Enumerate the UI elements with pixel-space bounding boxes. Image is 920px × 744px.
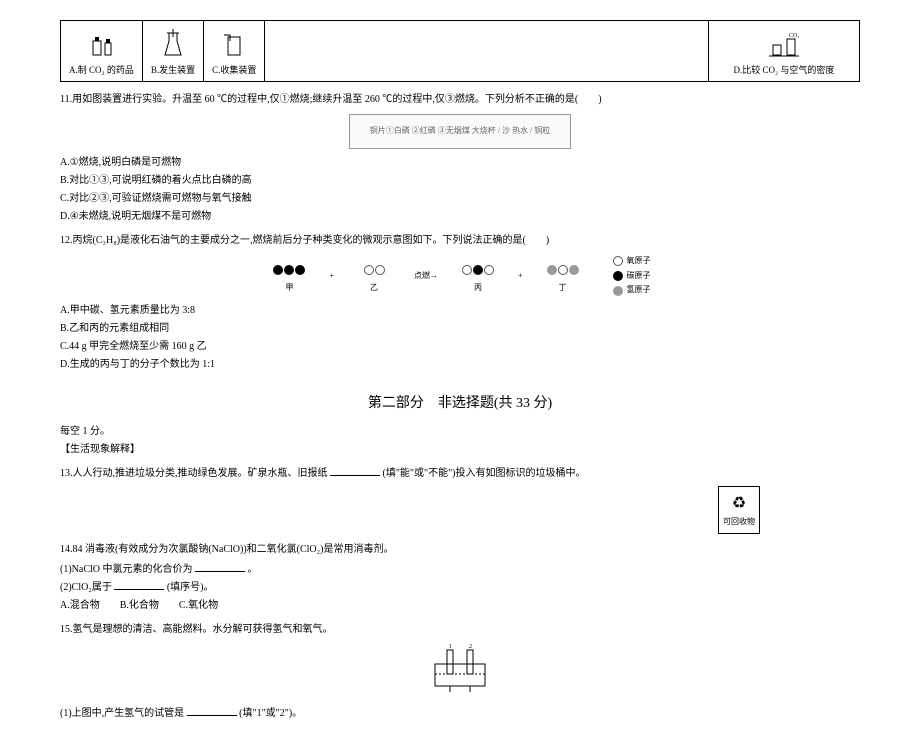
q14-p1b: 。 <box>248 564 258 575</box>
legend-h: 氢原子 <box>627 284 651 297</box>
q13-text-a: 13.人人行动,推进垃圾分类,推动绿色发展。矿泉水瓶、旧报纸 <box>60 468 328 479</box>
balance-icon: CO₂ <box>769 29 799 59</box>
mol-4: 丁 <box>543 258 583 295</box>
svg-text:1: 1 <box>449 644 452 650</box>
q14-p2b: (填序号)。 <box>167 582 214 593</box>
q12-opt-b: B.乙和丙的元素组成相同 <box>60 321 860 337</box>
q11-stem: 11.用如图装置进行实验。升温至 60 ℃的过程中,仅①燃烧;继续升温至 260… <box>60 92 860 108</box>
q14-blank1[interactable] <box>195 562 245 572</box>
q11-opt-b: B.对比①③,可说明红磷的着火点比白磷的高 <box>60 173 860 189</box>
beaker-diagram: 铜片①白磷 ②红磷 ③无烟煤 大烧杯 / 沙 热水 / 铜粒 <box>349 114 571 149</box>
q14-p1a: (1)NaClO 中氯元素的化合价为 <box>60 564 193 575</box>
q15-p1b: (填"1"或"2")。 <box>239 708 302 719</box>
q14-b: B.化合物 <box>120 600 159 611</box>
q14-p2a: (2)ClO₂属于 <box>60 582 112 593</box>
plus-icon: + <box>329 270 334 283</box>
q14-options: A.混合物 B.化合物 C.氧化物 <box>60 598 860 614</box>
cell-a: A.制 CO₂ 的药品 <box>61 21 143 81</box>
q13-blank[interactable] <box>330 466 380 476</box>
mol-2: 乙 <box>354 258 394 295</box>
q14-p2: (2)ClO₂属于 (填序号)。 <box>60 580 860 596</box>
mol-2-label: 乙 <box>370 282 378 295</box>
mol-3-label: 丙 <box>474 282 482 295</box>
q14-c: C.氧化物 <box>179 600 218 611</box>
q15-p1a: (1)上图中,产生氢气的试管是 <box>60 708 184 719</box>
q13-text-b: (填"能"或"不能")投入有如图标识的垃圾桶中。 <box>383 468 586 479</box>
section2-title: 第二部分 非选择题(共 33 分) <box>60 393 860 415</box>
q12-stem: 12.丙烷(C₃H₈)是液化石油气的主要成分之一,燃烧前后分子种类变化的微观示意… <box>60 233 860 249</box>
apparatus-table: A.制 CO₂ 的药品 B.发生装置 C.收集装置 CO₂ D.比较 CO₂ 与… <box>60 20 860 82</box>
q15-p1: (1)上图中,产生氢气的试管是 (填"1"或"2")。 <box>60 706 860 722</box>
bottle-icon <box>86 29 116 59</box>
plus-icon-2: + <box>518 270 523 283</box>
ignite-icon: 点燃→ <box>414 270 438 283</box>
atom-legend: 氧原子 碳原子 氢原子 <box>613 255 651 297</box>
q14-blank2[interactable] <box>114 580 164 590</box>
empty-cell <box>265 21 709 81</box>
q12-diagram: 甲 + 乙 点燃→ 丙 + 丁 氧原子 碳原子 氢原子 <box>60 255 860 297</box>
mol-4-label: 丁 <box>559 282 567 295</box>
q12-opt-d: D.生成的丙与丁的分子个数比为 1:1 <box>60 357 860 373</box>
svg-text:2: 2 <box>469 644 472 650</box>
q15-diagram: 1 2 <box>60 644 860 700</box>
cell-d-caption: D.比较 CO₂ 与空气的密度 <box>734 63 835 77</box>
q14-p1: (1)NaClO 中氯元素的化合价为 。 <box>60 562 860 578</box>
cell-c-caption: C.收集装置 <box>212 63 256 77</box>
mol-1-label: 甲 <box>285 282 293 295</box>
cell-a-caption: A.制 CO₂ 的药品 <box>69 63 134 77</box>
q13: 13.人人行动,推进垃圾分类,推动绿色发展。矿泉水瓶、旧报纸 (填"能"或"不能… <box>60 466 860 482</box>
q11-opt-a: A.①燃烧,说明白磷是可燃物 <box>60 155 860 171</box>
q15-stem: 15.氢气是理想的清洁、高能燃料。水分解可获得氢气和氧气。 <box>60 622 860 638</box>
q11-opt-d: D.④未燃烧,说明无烟煤不是可燃物 <box>60 209 860 225</box>
section2-note: 每空 1 分。 <box>60 424 860 440</box>
flask-icon <box>158 29 188 59</box>
legend-o: 氧原子 <box>627 255 651 268</box>
collect-icon <box>219 29 249 59</box>
svg-text:CO₂: CO₂ <box>789 33 799 39</box>
mol-3: 丙 <box>458 258 498 295</box>
section2-topic: 【生活现象解释】 <box>60 442 860 458</box>
legend-c: 碳原子 <box>627 270 651 283</box>
q11-opt-c: C.对比②③,可验证燃烧需可燃物与氧气接触 <box>60 191 860 207</box>
cell-c: C.收集装置 <box>204 21 265 81</box>
q14-a: A.混合物 <box>60 600 100 611</box>
mol-1: 甲 <box>269 258 309 295</box>
recycle-label: 可回收物 <box>723 517 755 526</box>
cell-d: CO₂ D.比较 CO₂ 与空气的密度 <box>709 21 859 81</box>
recycle-icon: 可回收物 <box>718 486 760 534</box>
q12-opt-c: C.44 g 甲完全燃烧至少需 160 g 乙 <box>60 339 860 355</box>
q15-blank1[interactable] <box>187 706 237 716</box>
q12-opt-a: A.甲中碳、氢元素质量比为 3:8 <box>60 303 860 319</box>
q11-diagram: 铜片①白磷 ②红磷 ③无烟煤 大烧杯 / 沙 热水 / 铜粒 <box>60 114 860 149</box>
cell-b: B.发生装置 <box>143 21 204 81</box>
cell-b-caption: B.发生装置 <box>151 63 195 77</box>
q14-stem: 14.84 消毒液(有效成分为次氯酸钠(NaClO))和二氧化氯(ClO₂)是常… <box>60 542 860 558</box>
